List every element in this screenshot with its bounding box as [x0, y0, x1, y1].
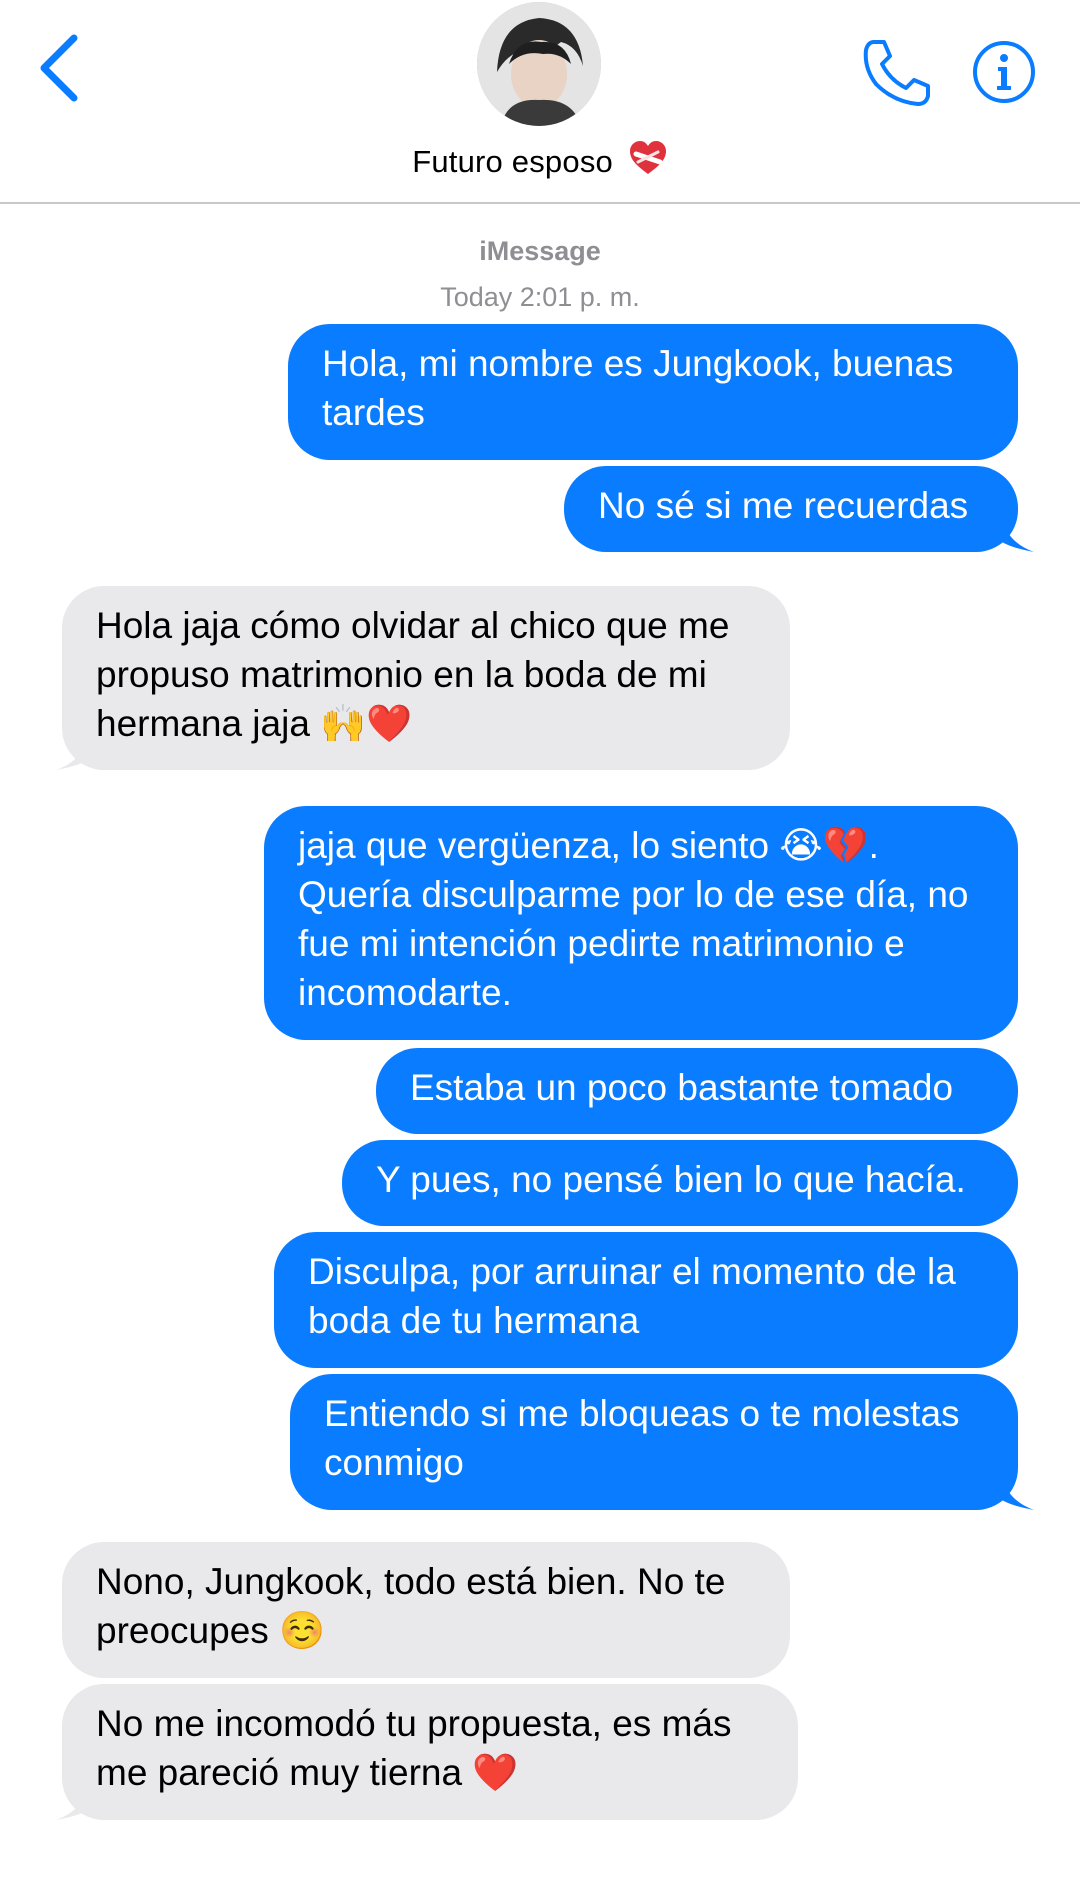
- message-text: Hola jaja cómo olvidar al chico que me p…: [96, 605, 730, 744]
- message-text: Y pues, no pensé bien lo que hacía.: [376, 1159, 966, 1200]
- message-bubble-outgoing[interactable]: No sé si me recuerdas: [564, 466, 1018, 552]
- contact-avatar[interactable]: [477, 2, 601, 126]
- conversation-header: Futuro esposo: [0, 0, 1080, 204]
- avatar-photo: [477, 2, 601, 126]
- info-icon: [973, 41, 1035, 103]
- message-text: Hola, mi nombre es Jungkook, buenas tard…: [322, 343, 954, 433]
- message-bubble-outgoing[interactable]: Entiendo si me bloqueas o te molestas co…: [290, 1374, 1018, 1510]
- bubble-tail: [1002, 1474, 1034, 1510]
- message-text: Estaba un poco bastante tomado: [410, 1067, 954, 1108]
- message-bubble-outgoing[interactable]: Y pues, no pensé bien lo que hacía.: [342, 1140, 1018, 1226]
- message-bubble-outgoing[interactable]: Hola, mi nombre es Jungkook, buenas tard…: [288, 324, 1018, 460]
- info-button[interactable]: [972, 36, 1068, 132]
- bubble-tail: [56, 1784, 88, 1820]
- message-bubble-outgoing[interactable]: jaja que vergüenza, lo siento 😭💔. Quería…: [264, 806, 1018, 1040]
- bubble-tail: [1002, 516, 1034, 552]
- message-text: No sé si me recuerdas: [598, 485, 969, 526]
- message-bubble-incoming[interactable]: Hola jaja cómo olvidar al chico que me p…: [62, 586, 790, 770]
- message-bubble-outgoing[interactable]: Estaba un poco bastante tomado: [376, 1048, 1018, 1134]
- conversation-timestamp: Today 2:01 p. m.: [440, 282, 640, 312]
- message-text: Nono, Jungkook, todo está bien. No te pr…: [96, 1561, 726, 1651]
- chevron-left-icon: [40, 34, 78, 102]
- message-bubble-outgoing[interactable]: Disculpa, por arruinar el momento de la …: [274, 1232, 1018, 1368]
- back-button[interactable]: [30, 28, 90, 108]
- mending-heart-icon: [628, 140, 668, 184]
- service-label: iMessage: [479, 236, 601, 266]
- message-bubble-incoming[interactable]: Nono, Jungkook, todo está bien. No te pr…: [62, 1542, 790, 1678]
- message-text: Entiendo si me bloqueas o te molestas co…: [324, 1393, 960, 1483]
- message-text: Disculpa, por arruinar el momento de la …: [308, 1251, 956, 1341]
- phone-icon: [863, 40, 930, 106]
- message-text: jaja que vergüenza, lo siento 😭💔. Quería…: [298, 825, 969, 1013]
- message-bubble-incoming[interactable]: No me incomodó tu propuesta, es más me p…: [62, 1684, 798, 1820]
- contact-name-text: Futuro esposo: [412, 144, 613, 179]
- call-button[interactable]: [860, 36, 934, 110]
- message-text: No me incomodó tu propuesta, es más me p…: [96, 1703, 732, 1793]
- bubble-tail: [56, 734, 88, 770]
- contact-name[interactable]: Futuro esposo: [0, 140, 1080, 184]
